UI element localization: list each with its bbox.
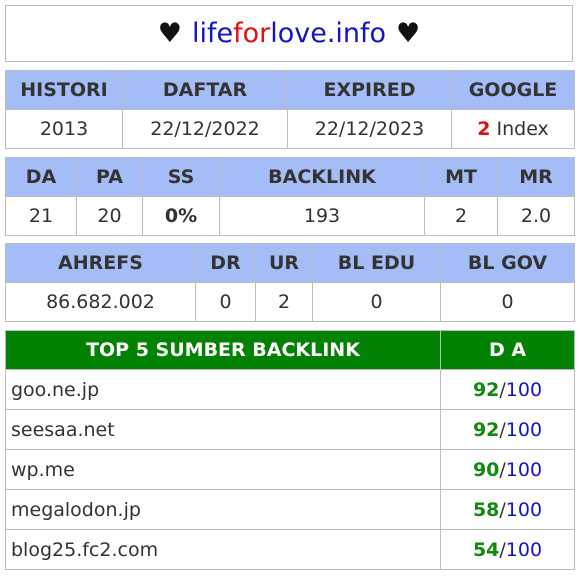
table-row: goo.ne.jp 92/100	[5, 369, 575, 410]
registration-table: HISTORI DAFTAR EXPIRED GOOGLE 2013 22/12…	[5, 70, 575, 149]
registration-header-row: HISTORI DAFTAR EXPIRED GOOGLE	[5, 70, 575, 110]
value-bl-edu: 0	[312, 282, 441, 322]
header-backlink: BACKLINK	[219, 157, 425, 197]
backlink-site[interactable]: megalodon.jp	[5, 489, 441, 530]
value-backlink: 193	[219, 196, 425, 236]
registration-value-row: 2013 22/12/2022 22/12/2023 2 Index	[5, 109, 575, 149]
value-histori: 2013	[5, 109, 123, 149]
value-da: 21	[5, 196, 77, 236]
header-mt: MT	[424, 157, 498, 197]
value-dr: 0	[195, 282, 256, 322]
da-max: 100	[505, 378, 543, 401]
backlink-da: 54/100	[440, 529, 575, 570]
header-expired: EXPIRED	[287, 70, 452, 110]
backlink-da: 58/100	[440, 489, 575, 530]
header-ur: UR	[255, 243, 313, 283]
google-index-label: Index	[496, 118, 549, 140]
header-mr: MR	[497, 157, 575, 197]
authority-header-row: DA PA SS BACKLINK MT MR	[5, 157, 575, 197]
da-max: 100	[505, 538, 543, 561]
value-pa: 20	[76, 196, 143, 236]
header-da: DA	[5, 157, 77, 197]
domain-part-for: for	[233, 18, 271, 49]
ahrefs-header-row: AHREFS DR UR BL EDU BL GOV	[5, 243, 575, 283]
authority-table: DA PA SS BACKLINK MT MR 21 20 0% 193 2 2…	[5, 157, 575, 236]
table-row: seesaa.net 92/100	[5, 409, 575, 450]
da-max: 100	[505, 418, 543, 441]
header-ss: SS	[142, 157, 220, 197]
header-top5-source: TOP 5 SUMBER BACKLINK	[5, 330, 441, 370]
da-max: 100	[505, 498, 543, 521]
value-ahrefs: 86.682.002	[5, 282, 196, 322]
value-mr: 2.0	[497, 196, 575, 236]
header-pa: PA	[76, 157, 143, 197]
header-bl-gov: BL GOV	[440, 243, 575, 283]
ahrefs-table: AHREFS DR UR BL EDU BL GOV 86.682.002 0 …	[5, 243, 575, 322]
da-score: 90	[472, 458, 500, 481]
header-top5-da: D A	[440, 330, 575, 370]
google-index-count: 2	[477, 118, 491, 140]
value-google: 2 Index	[451, 109, 575, 149]
backlink-site[interactable]: seesaa.net	[5, 409, 441, 450]
da-score: 54	[472, 538, 500, 561]
backlink-site[interactable]: wp.me	[5, 449, 441, 490]
authority-value-row: 21 20 0% 193 2 2.0	[5, 196, 575, 236]
backlink-site[interactable]: blog25.fc2.com	[5, 529, 441, 570]
ahrefs-value-row: 86.682.002 0 2 0 0	[5, 282, 575, 322]
da-score: 92	[472, 418, 500, 441]
value-ur: 2	[255, 282, 313, 322]
domain-part-love-info: love.info	[270, 18, 387, 49]
value-mt: 2	[424, 196, 498, 236]
backlink-da: 92/100	[440, 369, 575, 410]
heart-left-icon: ♥	[157, 18, 182, 49]
table-row: wp.me 90/100	[5, 449, 575, 490]
value-expired: 22/12/2023	[287, 109, 452, 149]
da-score: 92	[472, 378, 500, 401]
header-google: GOOGLE	[451, 70, 575, 110]
backlink-da: 90/100	[440, 449, 575, 490]
top5-header-row: TOP 5 SUMBER BACKLINK D A	[5, 330, 575, 370]
backlink-site[interactable]: goo.ne.jp	[5, 369, 441, 410]
da-max: 100	[505, 458, 543, 481]
domain-part-life: life	[191, 18, 234, 49]
domain-name[interactable]: lifeforlove.info	[192, 18, 386, 49]
value-daftar: 22/12/2022	[122, 109, 288, 149]
heart-right-icon: ♥	[396, 18, 421, 49]
header-daftar: DAFTAR	[122, 70, 288, 110]
top5-backlink-table: TOP 5 SUMBER BACKLINK D A goo.ne.jp 92/1…	[5, 330, 575, 570]
value-ss: 0%	[142, 196, 220, 236]
site-title: ♥ lifeforlove.info ♥	[5, 5, 573, 62]
value-bl-gov: 0	[440, 282, 575, 322]
backlink-da: 92/100	[440, 409, 575, 450]
header-ahrefs: AHREFS	[5, 243, 196, 283]
header-dr: DR	[195, 243, 256, 283]
header-histori: HISTORI	[5, 70, 123, 110]
table-row: blog25.fc2.com 54/100	[5, 529, 575, 570]
da-score: 58	[472, 498, 500, 521]
table-row: megalodon.jp 58/100	[5, 489, 575, 530]
header-bl-edu: BL EDU	[312, 243, 441, 283]
